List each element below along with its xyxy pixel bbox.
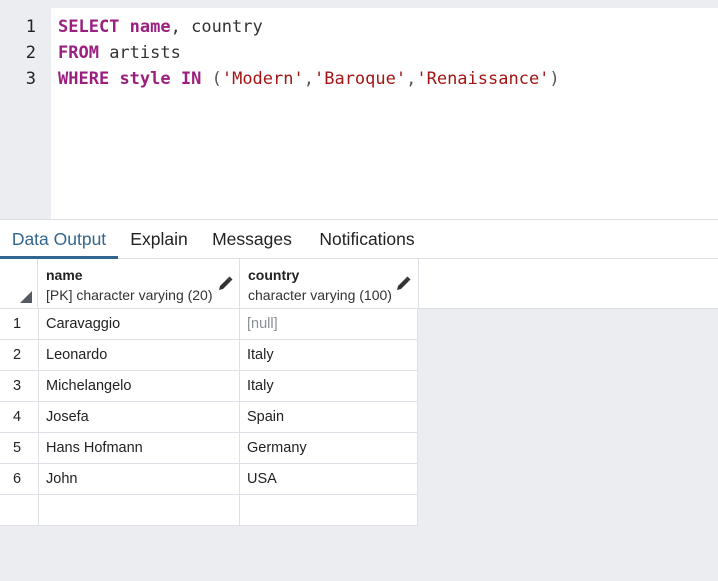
output-tabs: Data Output Explain Messages Notificatio… [0, 219, 718, 259]
code-plain: , country [170, 17, 263, 37]
row-number-empty[interactable] [0, 495, 39, 526]
table-row[interactable]: 4 Josefa Spain [0, 402, 418, 433]
cell-country[interactable]: Italy [240, 340, 418, 371]
cell-name[interactable]: John [39, 464, 240, 495]
table-row[interactable]: 3 Michelangelo Italy [0, 371, 418, 402]
table-row[interactable]: 5 Hans Hofmann Germany [0, 433, 418, 464]
select-all-corner[interactable] [0, 259, 38, 309]
pencil-icon[interactable] [394, 275, 412, 293]
row-number[interactable]: 2 [0, 340, 39, 371]
code-plain: artists [98, 43, 181, 63]
code-line-2: 2 FROM artists [0, 40, 718, 66]
keyword: IN [180, 69, 202, 89]
row-number[interactable]: 4 [0, 402, 39, 433]
code-punct: ( [201, 69, 222, 89]
column-type: character varying (100) [248, 287, 392, 303]
cell-name[interactable]: Michelangelo [39, 371, 240, 402]
cell-name-empty[interactable] [39, 495, 240, 526]
keyword: FROM [58, 43, 99, 63]
row-number[interactable]: 5 [0, 433, 39, 464]
row-number[interactable]: 3 [0, 371, 39, 402]
string-literal: 'Baroque' [313, 69, 407, 89]
code-line-1: 1 SELECT name, country [0, 14, 718, 40]
column-header-name[interactable]: name [PK] character varying (20) [38, 259, 240, 309]
cell-country[interactable]: USA [240, 464, 418, 495]
code-text[interactable]: WHERE style IN ('Modern','Baroque','Rena… [58, 66, 560, 92]
table-row[interactable]: 1 Caravaggio [null] [0, 309, 418, 340]
row-number[interactable]: 1 [0, 309, 39, 340]
cell-country[interactable]: Italy [240, 371, 418, 402]
grid-header: name [PK] character varying (20) country… [0, 259, 718, 309]
table-row[interactable]: 6 John USA [0, 464, 418, 495]
pencil-icon[interactable] [216, 275, 234, 293]
keyword: name [129, 17, 171, 37]
cell-country[interactable]: [null] [240, 309, 418, 340]
keyword: WHERE [58, 69, 110, 89]
cell-country[interactable]: Germany [240, 433, 418, 464]
tab-data-output[interactable]: Data Output [0, 220, 118, 259]
keyword: style [119, 69, 171, 89]
tab-explain[interactable]: Explain [122, 220, 196, 259]
cell-name[interactable]: Josefa [39, 402, 240, 433]
code-line-3: 3 WHERE style IN ('Modern','Baroque','Re… [0, 66, 718, 92]
line-number: 1 [25, 17, 36, 37]
line-number: 2 [25, 43, 36, 63]
cell-name[interactable]: Leonardo [39, 340, 240, 371]
code-text[interactable]: FROM artists [58, 40, 181, 66]
tab-notifications[interactable]: Notifications [310, 220, 424, 259]
cell-country[interactable]: Spain [240, 402, 418, 433]
sql-editor[interactable]: 1 SELECT name, country 2 FROM artists 3 … [0, 0, 718, 219]
cell-country-empty[interactable] [240, 495, 418, 526]
column-type: [PK] character varying (20) [46, 287, 213, 303]
column-name: name [46, 267, 83, 283]
code-text[interactable]: SELECT name, country [58, 14, 263, 40]
cell-name[interactable]: Caravaggio [39, 309, 240, 340]
empty-new-row[interactable] [0, 495, 418, 526]
code-punct: ) [549, 69, 560, 89]
sort-triangle-icon [20, 291, 32, 303]
code-punct: , [303, 69, 314, 89]
table-row[interactable]: 2 Leonardo Italy [0, 340, 418, 371]
keyword: SELECT [58, 17, 120, 37]
cell-name[interactable]: Hans Hofmann [39, 433, 240, 464]
column-header-country[interactable]: country character varying (100) [240, 259, 419, 309]
tab-messages[interactable]: Messages [204, 220, 300, 259]
row-number[interactable]: 6 [0, 464, 39, 495]
code-punct: , [406, 69, 417, 89]
string-literal: 'Renaissance' [416, 69, 550, 89]
column-name: country [248, 267, 300, 283]
string-literal: 'Modern' [221, 69, 304, 89]
line-number: 3 [25, 69, 36, 89]
